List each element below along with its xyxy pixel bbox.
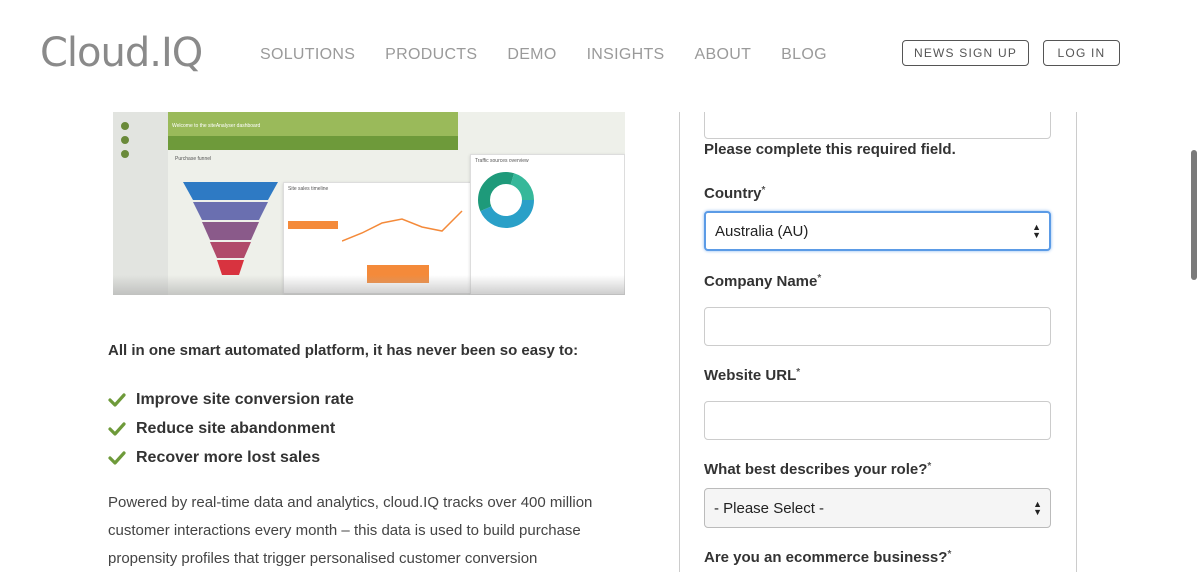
- sidebar-dot: [121, 122, 129, 130]
- nav-blog[interactable]: BLOG: [781, 46, 827, 64]
- nav-about[interactable]: ABOUT: [695, 46, 752, 64]
- nav-demo[interactable]: DEMO: [507, 46, 556, 64]
- website-url-input[interactable]: [704, 401, 1051, 440]
- dashboard-welcome: Welcome to the siteAnalyser dashboard: [172, 123, 261, 129]
- login-button[interactable]: LOG IN: [1043, 40, 1120, 66]
- country-select[interactable]: Australia (AU) ▲ ▼: [704, 211, 1051, 251]
- company-label: Company Name*: [704, 273, 821, 290]
- check-icon: [108, 450, 126, 465]
- required-mark: *: [947, 549, 952, 560]
- benefit-text: Recover more lost sales: [136, 448, 321, 466]
- role-value: - Please Select -: [714, 499, 825, 517]
- description-paragraph: Powered by real-time data and analytics,…: [108, 494, 593, 567]
- cloudiq-logo[interactable]: Cloud.IQ: [40, 30, 203, 76]
- required-mark: *: [817, 273, 822, 284]
- nav-products[interactable]: PRODUCTS: [385, 46, 477, 64]
- country-label: Country*: [704, 185, 765, 202]
- traffic-title: Traffic sources overview: [475, 158, 529, 164]
- benefits-list: Improve site conversion rate Reduce site…: [108, 385, 354, 472]
- ecommerce-label: Are you an ecommerce business?*: [704, 549, 951, 566]
- benefit-text: Reduce site abandonment: [136, 419, 336, 437]
- site-header: Cloud.IQ SOLUTIONS PRODUCTS DEMO INSIGHT…: [0, 0, 1200, 112]
- benefit-text: Improve site conversion rate: [136, 390, 354, 408]
- dashboard-screenshot: Welcome to the siteAnalyser dashboard Pu…: [113, 112, 625, 295]
- check-icon: [108, 421, 126, 436]
- nav-solutions[interactable]: SOLUTIONS: [260, 46, 355, 64]
- nav-insights[interactable]: INSIGHTS: [587, 46, 665, 64]
- news-signup-button[interactable]: NEWS SIGN UP: [902, 40, 1029, 66]
- dashboard-banner-bar: [168, 136, 458, 150]
- company-label-text: Company Name: [704, 273, 818, 290]
- required-mark: *: [796, 367, 801, 378]
- sidebar-dot: [121, 150, 129, 158]
- intro-text: All in one smart automated platform, it …: [108, 342, 579, 359]
- benefit-item: Recover more lost sales: [108, 443, 354, 472]
- timeline-highlight: [288, 221, 338, 229]
- ecommerce-label-text: Are you an ecommerce business?: [704, 549, 948, 566]
- timeline-title: Site sales timeline: [288, 186, 329, 192]
- image-shadow: [113, 275, 625, 295]
- dashboard-banner: Welcome to the siteAnalyser dashboard: [168, 112, 458, 136]
- website-label: Website URL*: [704, 367, 800, 384]
- error-message: Please complete this required field.: [704, 141, 956, 158]
- website-label-text: Website URL: [704, 367, 797, 384]
- traffic-card: Traffic sources overview: [470, 154, 625, 295]
- timeline-line: [342, 210, 463, 242]
- role-label-text: What best describes your role?: [704, 461, 928, 478]
- main-nav: SOLUTIONS PRODUCTS DEMO INSIGHTS ABOUT B…: [260, 46, 827, 64]
- company-name-input[interactable]: [704, 307, 1051, 346]
- sidebar-dot: [121, 136, 129, 144]
- benefit-item: Improve site conversion rate: [108, 385, 354, 414]
- country-value: Australia (AU): [715, 222, 809, 240]
- select-arrows-icon: ▲ ▼: [1033, 499, 1042, 517]
- role-label: What best describes your role?*: [704, 461, 931, 478]
- purchase-funnel: [183, 182, 278, 275]
- page-scrollbar[interactable]: [1191, 150, 1197, 280]
- required-mark: *: [761, 185, 766, 196]
- traffic-donut: [478, 172, 534, 228]
- benefit-item: Reduce site abandonment: [108, 414, 354, 443]
- check-icon: [108, 392, 126, 407]
- country-label-text: Country: [704, 185, 762, 202]
- funnel-title: Purchase funnel: [175, 156, 212, 162]
- select-arrows-icon: ▲ ▼: [1032, 222, 1041, 240]
- required-mark: *: [927, 461, 932, 472]
- role-select[interactable]: - Please Select - ▲ ▼: [704, 488, 1051, 528]
